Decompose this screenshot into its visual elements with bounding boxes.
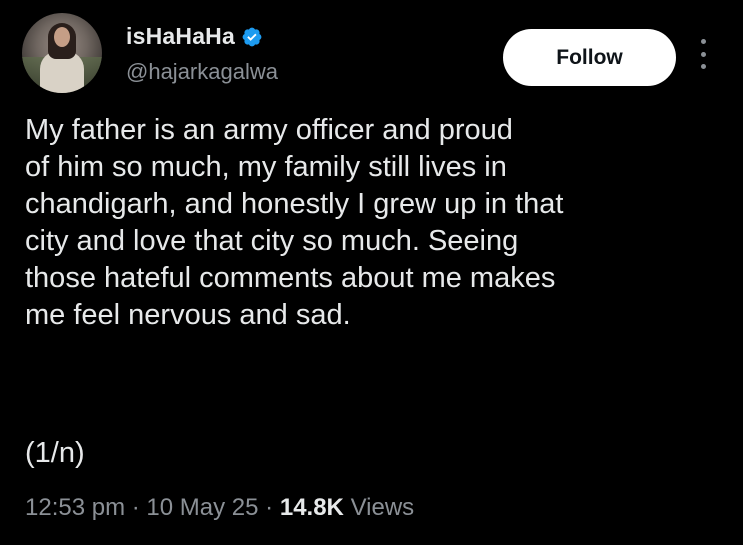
more-dot: [700, 39, 706, 44]
more-dot: [700, 64, 706, 69]
author-name-row[interactable]: isHaHaHa: [126, 23, 263, 50]
avatar-figure-face: [54, 27, 70, 47]
views-count[interactable]: 14.8K: [280, 494, 344, 521]
tweet-text-line: those hateful comments about me makes: [25, 262, 556, 294]
more-dot: [700, 51, 706, 57]
tweet-text-line: city and love that city so much. Seeing: [25, 225, 519, 257]
tweet-text-line: of him so much, my family still lives in: [25, 151, 507, 183]
tweet-text-line: chandigarh, and honestly I grew up in th…: [25, 188, 564, 220]
tweet-meta: 12:53 pm · 10 May 25 · 14.8K Views: [25, 494, 414, 522]
author-display-name[interactable]: isHaHaHa: [126, 23, 235, 50]
meta-separator: ·: [131, 494, 140, 521]
tweet-header: isHaHaHa @hajarkagalwa Follow: [22, 13, 722, 93]
avatar[interactable]: [22, 13, 102, 93]
thread-marker: (1/n): [25, 437, 85, 469]
more-vertical-icon[interactable]: [698, 39, 708, 69]
verified-badge-icon: [242, 27, 262, 46]
follow-button[interactable]: Follow: [503, 29, 676, 86]
views-label: Views: [350, 494, 415, 521]
tweet-text-line: me feel nervous and sad.: [25, 299, 351, 331]
author-handle[interactable]: @hajarkagalwa: [126, 59, 278, 85]
tweet-text-line: My father is an army officer and proud: [25, 114, 513, 146]
tweet-date[interactable]: 10 May 25: [146, 494, 258, 521]
meta-separator: ·: [265, 494, 274, 521]
tweet-text: My father is an army officer and proud o…: [25, 112, 725, 334]
tweet-time[interactable]: 12:53 pm: [25, 494, 125, 521]
